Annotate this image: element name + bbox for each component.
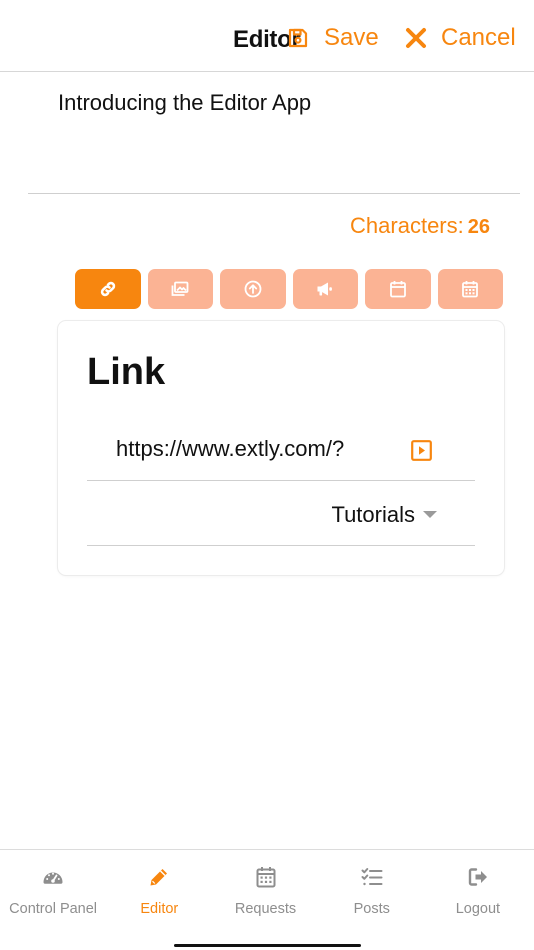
- message-divider: [28, 193, 520, 194]
- tab-logout-label: Logout: [455, 901, 501, 917]
- category-select[interactable]: Tutorials: [87, 482, 475, 546]
- dashboard-icon: [42, 866, 64, 893]
- character-counter: Characters: 26: [350, 213, 490, 239]
- link-card-title: Link: [87, 351, 166, 393]
- images-icon: [171, 281, 189, 297]
- calendar-icon: [389, 280, 407, 298]
- pencil-icon: [148, 866, 170, 893]
- link-card: Link https://www.extly.com/? Tutorials: [58, 321, 504, 575]
- tab-control-panel[interactable]: Control Panel: [0, 850, 106, 950]
- link-icon: [99, 280, 117, 298]
- tab-requests-label: Requests: [234, 901, 297, 917]
- chevron-down-icon: [423, 511, 437, 518]
- checklist-icon: [361, 866, 383, 893]
- announcement-tab-button[interactable]: [292, 269, 358, 309]
- bottom-tab-bar: Control Panel Editor Requests Posts Logo…: [0, 849, 534, 950]
- schedule-tab-button[interactable]: [437, 269, 503, 309]
- cancel-button-label: Cancel: [441, 24, 516, 51]
- url-input[interactable]: https://www.extly.com/?: [116, 436, 368, 462]
- logout-icon: [467, 866, 489, 893]
- cancel-button[interactable]: Cancel: [405, 24, 516, 52]
- tab-editor-label: Editor: [140, 901, 179, 917]
- tab-posts-label: Posts: [353, 901, 390, 917]
- preview-link-button[interactable]: [411, 440, 432, 466]
- message-textarea[interactable]: Introducing the Editor App: [58, 90, 311, 116]
- home-indicator: [174, 944, 361, 947]
- close-icon: [405, 27, 427, 49]
- upload-icon: [244, 280, 262, 298]
- tab-control-panel-label: Control Panel: [9, 901, 98, 917]
- calendar-grid-icon: [461, 280, 479, 298]
- upload-tab-button[interactable]: [220, 269, 286, 309]
- tab-requests[interactable]: Requests: [212, 850, 318, 950]
- save-button-label: Save: [324, 24, 379, 51]
- images-tab-button[interactable]: [147, 269, 213, 309]
- tab-editor[interactable]: Editor: [106, 850, 212, 950]
- calendar-tab-button[interactable]: [365, 269, 431, 309]
- character-counter-label: Characters:: [350, 213, 464, 238]
- editor-toolbar: [75, 269, 503, 309]
- save-icon: [287, 27, 309, 49]
- category-select-value: Tutorials: [331, 502, 415, 527]
- tab-posts[interactable]: Posts: [319, 850, 425, 950]
- top-navigation-bar: Editor Save Cancel: [0, 0, 534, 72]
- play-square-icon: [411, 440, 432, 465]
- megaphone-icon: [316, 281, 334, 297]
- calendar-icon: [255, 866, 277, 893]
- save-button[interactable]: Save: [287, 24, 379, 52]
- link-tab-button[interactable]: [75, 269, 141, 309]
- url-field-row: https://www.extly.com/?: [87, 417, 475, 481]
- character-counter-value: 26: [467, 216, 490, 238]
- tab-logout[interactable]: Logout: [425, 850, 531, 950]
